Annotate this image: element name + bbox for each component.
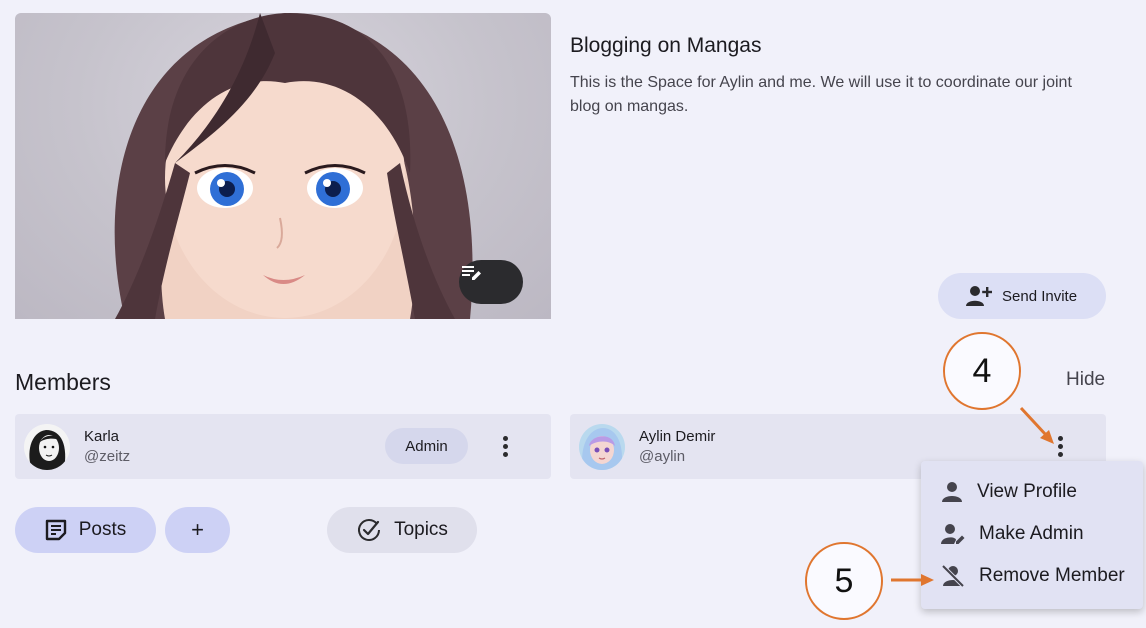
member-card: Karla @zeitz Admin [15, 414, 551, 479]
avatar-sketch-image [24, 424, 70, 470]
more-vert-icon [1057, 435, 1063, 441]
menu-item-label: View Profile [977, 481, 1077, 502]
topics-button[interactable]: Topics [327, 507, 477, 553]
space-description: This is the Space for Aylin and me. We w… [570, 74, 1072, 115]
person-add-icon [966, 286, 992, 306]
menu-item-view-profile[interactable]: View Profile [921, 471, 1143, 513]
menu-item-make-admin[interactable]: Make Admin [921, 513, 1143, 555]
member-options-button[interactable] [1048, 431, 1072, 461]
person-edit-icon [941, 524, 965, 544]
check-circle-icon [358, 519, 381, 541]
more-vert-icon [502, 435, 508, 441]
sticky-note-icon [45, 519, 66, 541]
edit-cover-button[interactable] [459, 260, 523, 304]
member-name: Aylin Demir [639, 428, 716, 445]
member-handle: @aylin [639, 448, 686, 465]
posts-label: Posts [78, 519, 127, 540]
person-off-icon [941, 564, 965, 588]
step-callout-5: 5 [805, 542, 883, 620]
step-callout-4: 4 [943, 332, 1021, 410]
posts-button[interactable]: Posts [15, 507, 156, 553]
send-invite-label: Send Invite [1002, 287, 1078, 305]
avatar-anime-image [579, 424, 625, 470]
member-handle: @zeitz [84, 448, 131, 465]
menu-item-remove-member[interactable]: Remove Member [921, 555, 1143, 597]
member-options-button[interactable] [493, 431, 517, 461]
space-title: Blogging on Mangas [570, 34, 762, 57]
add-post-button[interactable]: + [165, 507, 230, 553]
members-heading: Members [15, 369, 111, 395]
member-name: Karla [84, 428, 120, 445]
hide-members-button[interactable]: Hide [1066, 369, 1105, 391]
topics-label: Topics [394, 519, 448, 540]
space-cover-image [15, 13, 551, 319]
menu-item-label: Make Admin [979, 523, 1084, 544]
avatar [24, 424, 70, 470]
member-options-menu: View Profile Make Admin Remove Member [921, 461, 1143, 609]
person-icon [942, 482, 962, 502]
edit-note-icon [462, 266, 481, 280]
menu-item-label: Remove Member [979, 565, 1125, 586]
admin-badge: Admin [385, 428, 468, 464]
avatar [579, 424, 625, 470]
send-invite-button[interactable]: Send Invite [938, 273, 1106, 319]
